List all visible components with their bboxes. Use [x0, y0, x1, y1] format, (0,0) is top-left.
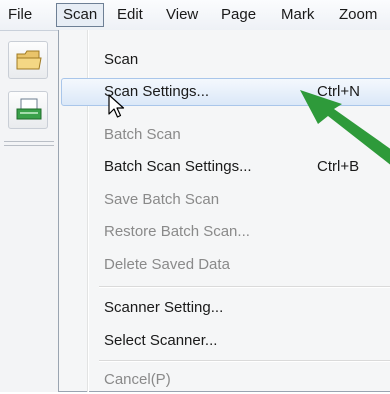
menu-item-label: Delete Saved Data	[104, 256, 230, 273]
menu-item-scanner-setting[interactable]: Scanner Setting...	[61, 294, 390, 322]
toolbar-separator	[4, 141, 54, 142]
menu-item-save-batch-scan[interactable]: Save Batch Scan	[61, 186, 390, 214]
scan-menu-dropdown: Scan Scan Settings... Ctrl+N Batch Scan …	[58, 30, 390, 392]
left-toolbar	[0, 31, 59, 392]
menu-item-label: Batch Scan Settings...	[104, 158, 252, 175]
menu-edit[interactable]: Edit	[111, 3, 149, 27]
menu-zoom[interactable]: Zoom	[333, 3, 383, 27]
menu-item-label: Batch Scan	[104, 126, 181, 143]
open-button[interactable]	[8, 41, 48, 79]
menu-item-batch-scan[interactable]: Batch Scan	[61, 121, 390, 149]
mouse-cursor-icon	[108, 94, 125, 118]
menu-item-shortcut: Ctrl+B	[317, 158, 360, 175]
menu-item-label: Scanner Setting...	[104, 299, 224, 316]
menu-separator	[99, 360, 390, 362]
menu-item-cancel[interactable]: Cancel(P)	[61, 366, 390, 394]
menu-item-label: Restore Batch Scan...	[104, 223, 250, 240]
menu-item-scan[interactable]: Scan	[61, 46, 390, 74]
menu-item-restore-batch-scan[interactable]: Restore Batch Scan...	[61, 218, 390, 246]
open-folder-icon	[16, 50, 42, 70]
toolbar-separator	[4, 145, 54, 146]
menu-bar: File Scan Edit View Page Mark Zoom	[0, 0, 390, 31]
scan-button[interactable]	[8, 91, 48, 129]
menu-page[interactable]: Page	[215, 3, 262, 27]
menu-scan[interactable]: Scan	[56, 3, 105, 27]
menu-separator	[99, 286, 390, 288]
menu-item-select-scanner[interactable]: Select Scanner...	[61, 327, 390, 355]
menu-item-label: Cancel(P)	[104, 371, 171, 388]
menu-item-delete-saved-data[interactable]: Delete Saved Data	[61, 251, 390, 279]
menu-file[interactable]: File	[2, 3, 38, 27]
menu-item-label: Select Scanner...	[104, 332, 218, 349]
menu-mark[interactable]: Mark	[275, 3, 320, 27]
menu-view[interactable]: View	[160, 3, 204, 27]
menu-item-label: Scan	[104, 51, 139, 68]
scan-document-icon	[16, 98, 42, 120]
menu-item-batch-scan-settings[interactable]: Batch Scan Settings... Ctrl+B	[61, 153, 390, 181]
menu-item-shortcut: Ctrl+N	[317, 83, 360, 100]
menu-item-label: Save Batch Scan	[104, 191, 220, 208]
